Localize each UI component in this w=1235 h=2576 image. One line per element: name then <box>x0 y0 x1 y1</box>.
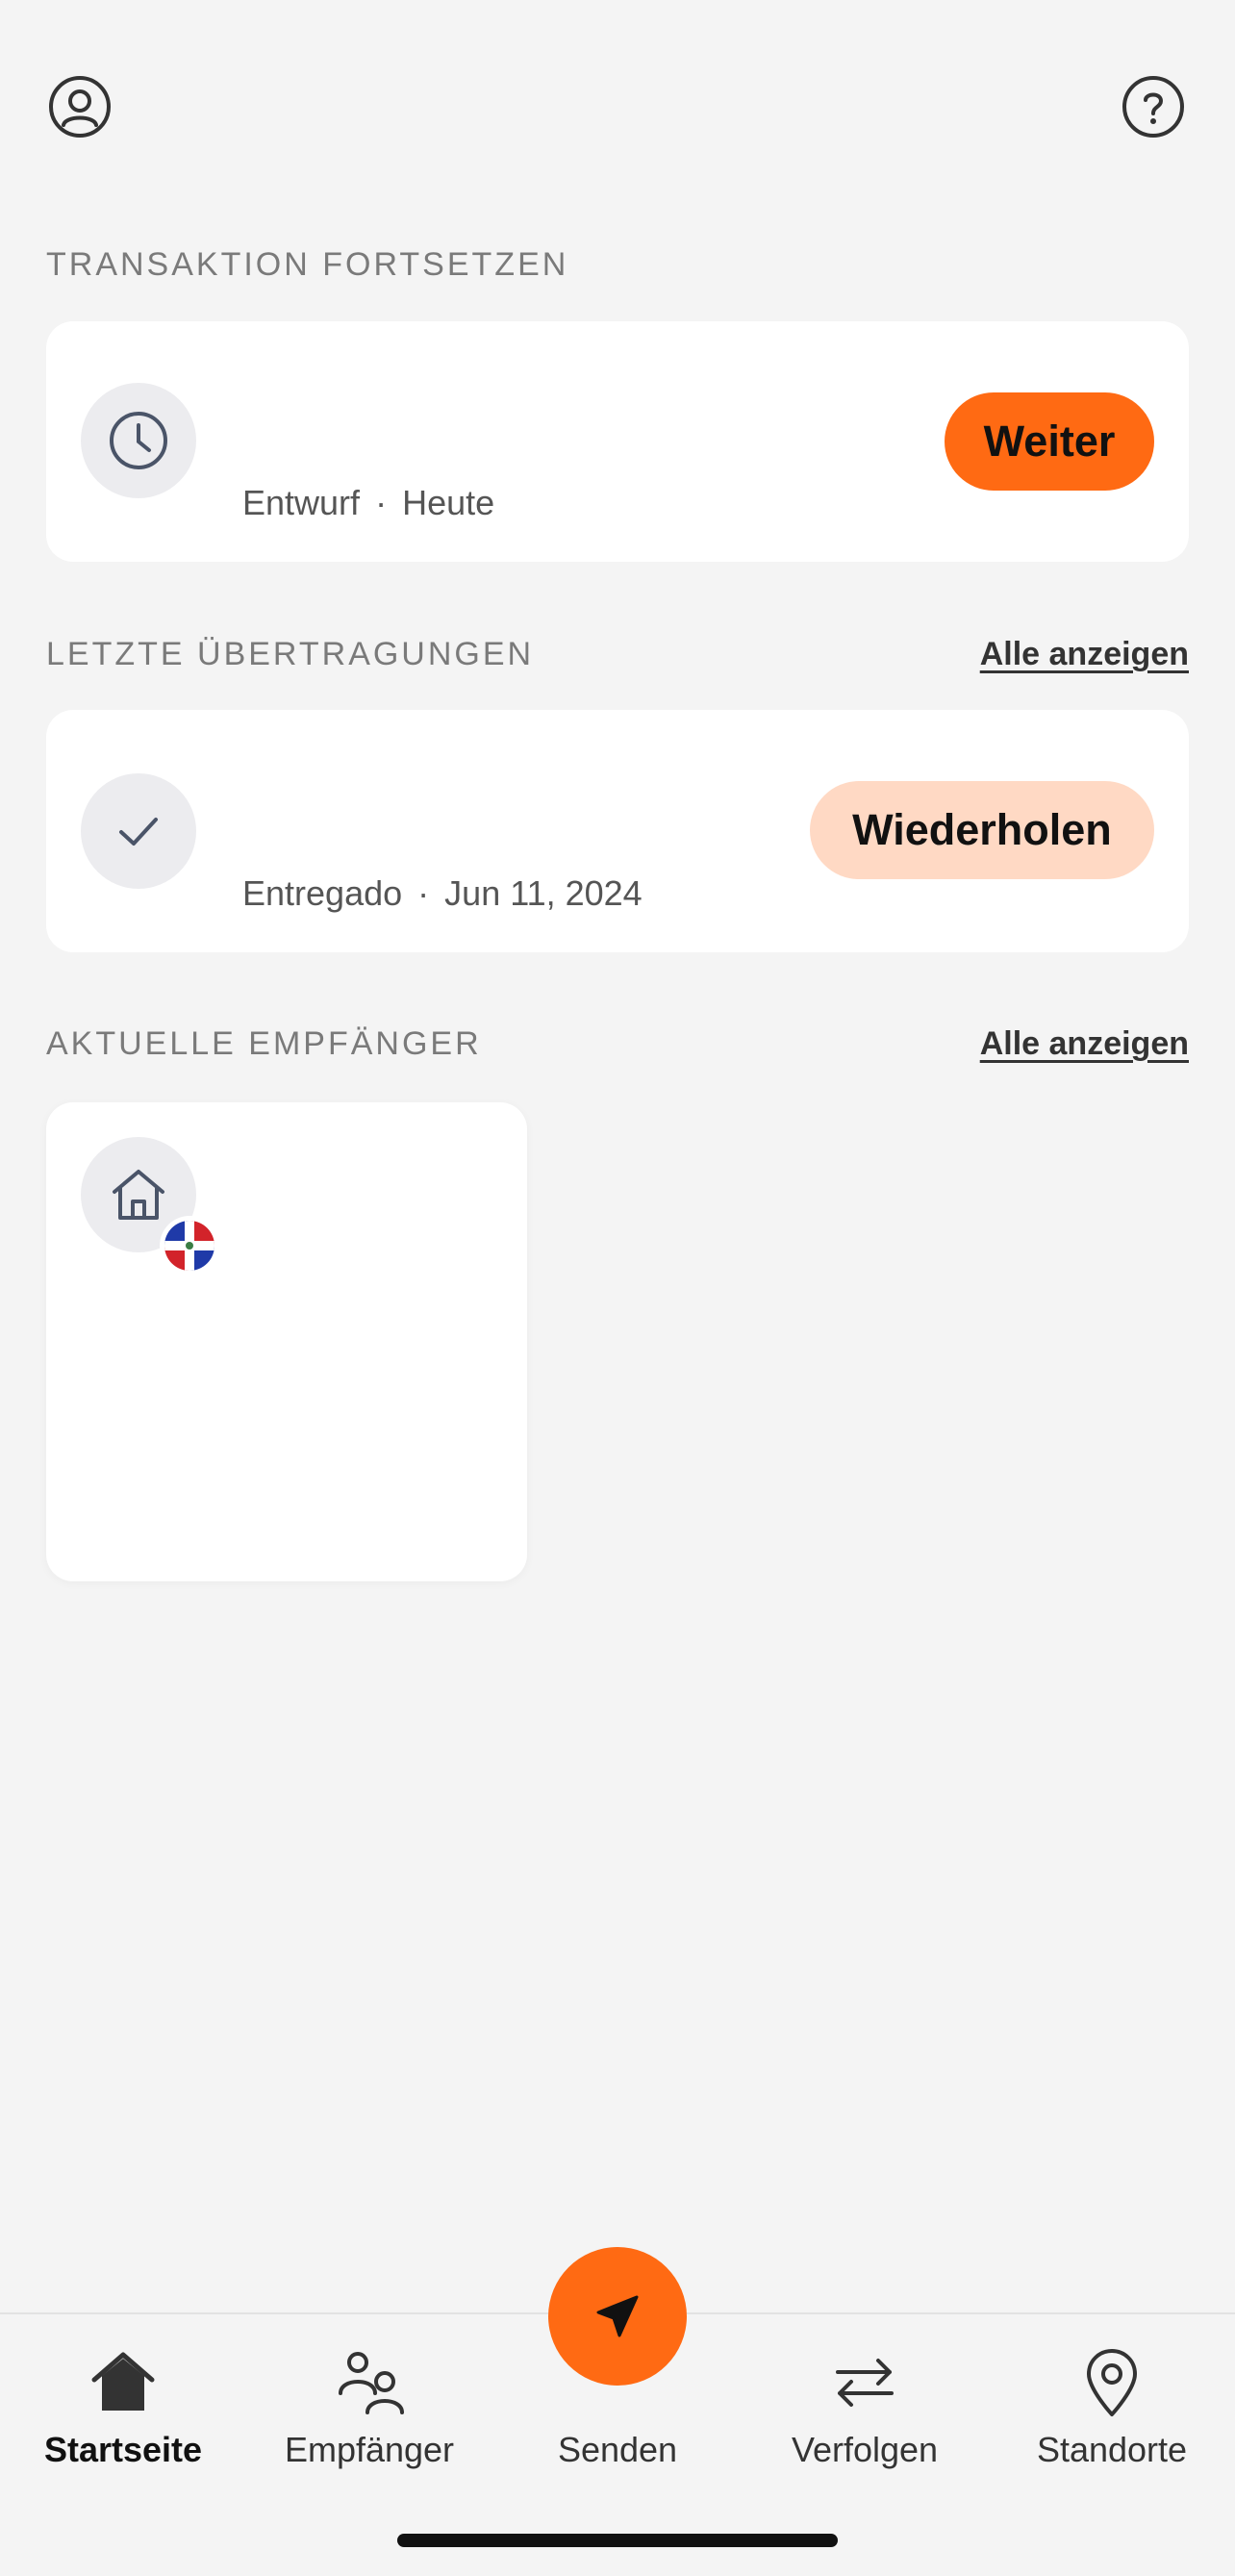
draft-meta: Entwurf · Heute <box>242 483 494 523</box>
send-icon <box>596 2295 639 2337</box>
help-button[interactable] <box>1120 73 1187 140</box>
people-icon <box>339 2352 404 2414</box>
nav-label: Standorte <box>1036 2430 1188 2469</box>
nav-item-empfaenger[interactable]: Empfänger <box>246 2314 492 2507</box>
repeat-button[interactable]: Wiederholen <box>810 781 1154 879</box>
see-all-recipients-link[interactable]: Alle anzeigen <box>980 1025 1189 1063</box>
flag-badge <box>160 1216 219 1275</box>
clock-icon-badge <box>81 383 196 498</box>
arrows-swap-icon <box>836 2359 894 2407</box>
transfer-status: Entregado <box>242 873 403 913</box>
home-icon <box>91 2352 155 2411</box>
transfer-date: Jun 11, 2024 <box>444 873 643 913</box>
check-icon <box>119 818 158 846</box>
nav-label: Startseite <box>43 2430 203 2469</box>
nav-label: Empfänger <box>284 2430 455 2469</box>
draft-transaction-card[interactable]: Entwurf · Heute Weiter <box>46 321 1189 562</box>
profile-button[interactable] <box>46 73 113 140</box>
section-title-transfers: LETZTE ÜBERTRAGUNGEN <box>46 636 535 672</box>
user-circle-icon <box>49 76 111 138</box>
home-indicator <box>397 2534 838 2547</box>
question-circle-icon <box>1122 76 1184 138</box>
nav-label: Verfolgen <box>791 2430 939 2469</box>
continue-button[interactable]: Weiter <box>945 392 1154 491</box>
draft-status: Entwurf <box>242 483 361 522</box>
see-all-transfers-link[interactable]: Alle anzeigen <box>980 636 1189 673</box>
section-title-continue: TRANSAKTION FORTSETZEN <box>46 246 569 283</box>
dominican-republic-flag-icon <box>164 1221 214 1271</box>
home-icon <box>113 1170 164 1220</box>
nav-item-verfolgen[interactable]: Verfolgen <box>742 2314 988 2507</box>
draft-date: Heute <box>402 483 495 522</box>
check-icon-badge <box>81 773 196 889</box>
send-button[interactable] <box>548 2247 687 2386</box>
nav-label: Senden <box>557 2430 678 2469</box>
recipient-card[interactable] <box>46 1102 527 1581</box>
separator: · <box>375 483 388 522</box>
section-title-recipients: AKTUELLE EMPFÄNGER <box>46 1025 482 1062</box>
clock-icon <box>110 412 167 469</box>
transfer-card[interactable]: Entregado · Jun 11, 2024 Wiederholen <box>46 710 1189 952</box>
location-pin-icon <box>1087 2349 1137 2416</box>
separator: · <box>417 873 430 913</box>
transfer-meta: Entregado · Jun 11, 2024 <box>242 873 643 914</box>
nav-item-standorte[interactable]: Standorte <box>989 2314 1235 2507</box>
nav-item-startseite[interactable]: Startseite <box>0 2314 246 2507</box>
